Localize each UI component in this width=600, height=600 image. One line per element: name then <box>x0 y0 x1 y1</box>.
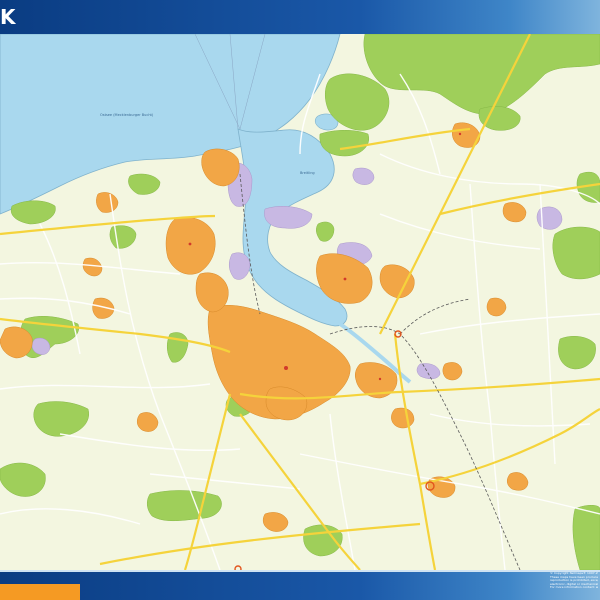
footer-bar: © Copyright Netmaps® 1997-2015 These map… <box>0 570 600 600</box>
map-poster: K Ostsee (Mecklenburger Bucht) Breitling… <box>0 0 600 600</box>
footer-highlight <box>0 570 600 572</box>
sea-label: Ostsee (Mecklenburger Bucht) <box>100 113 154 117</box>
copyright-notice: © Copyright Netmaps® 1997-2015 These map… <box>550 572 598 600</box>
map-svg: Ostsee (Mecklenburger Bucht) Breitling <box>0 34 600 570</box>
copyright-line: For more information contact: www <box>550 585 598 590</box>
lake-label: Breitling <box>300 171 315 175</box>
map-title: K <box>0 5 16 29</box>
map-canvas[interactable]: Ostsee (Mecklenburger Bucht) Breitling <box>0 34 600 570</box>
footer-accent-block <box>0 584 80 600</box>
header-bar: K <box>0 0 600 34</box>
